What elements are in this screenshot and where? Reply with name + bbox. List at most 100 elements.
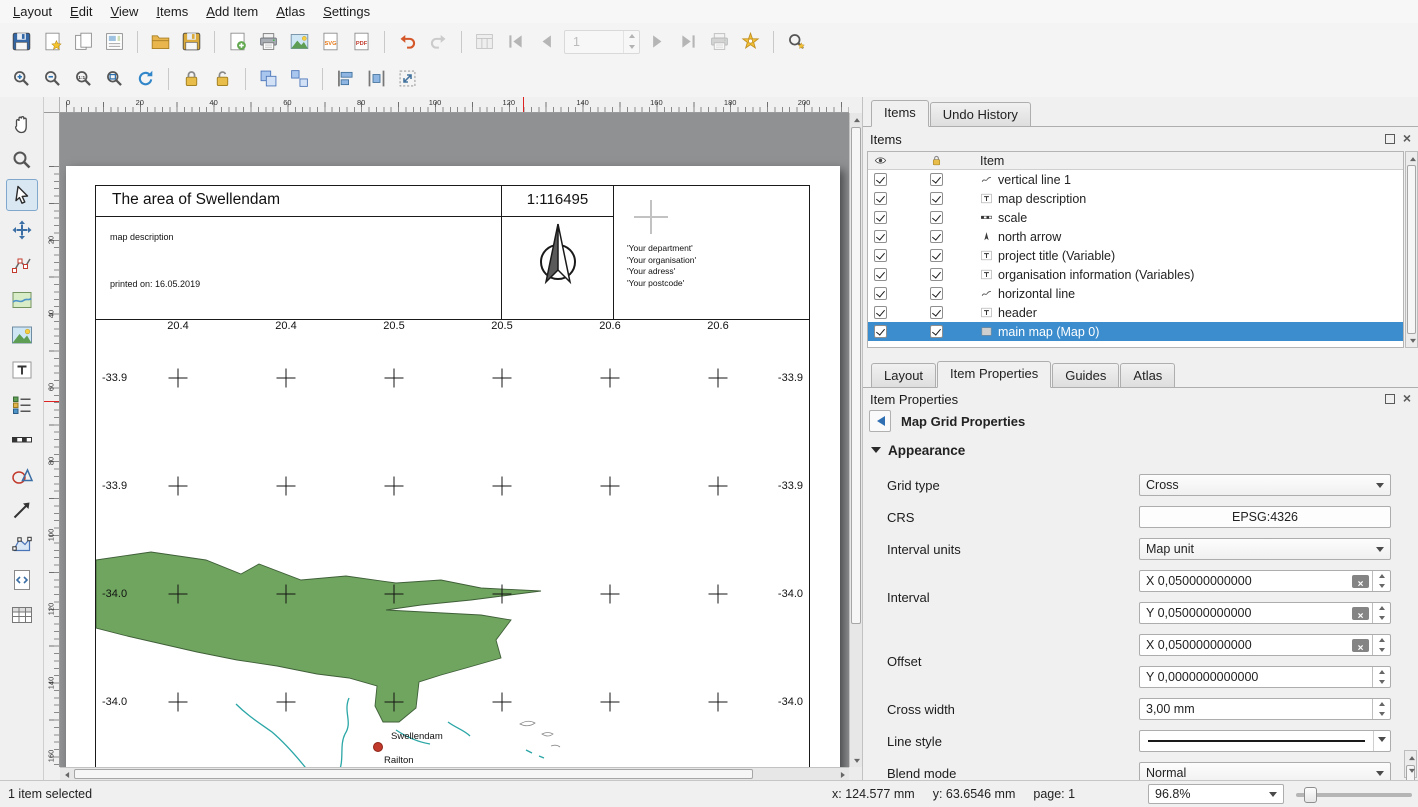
visibility-checkbox[interactable] (874, 287, 887, 300)
spinner-buttons[interactable] (1372, 699, 1390, 719)
save-as-template-button[interactable] (178, 28, 205, 55)
visibility-checkbox[interactable] (874, 211, 887, 224)
scrollbar-thumb[interactable] (851, 127, 861, 624)
visibility-checkbox[interactable] (874, 230, 887, 243)
menu-atlas[interactable]: Atlas (267, 1, 314, 22)
spinner-buttons[interactable] (1372, 571, 1390, 591)
atlas-settings-button[interactable] (737, 28, 764, 55)
north-arrow-image[interactable] (528, 216, 588, 300)
lock-checkbox[interactable] (930, 192, 943, 205)
canvas-vertical-scrollbar[interactable] (849, 113, 862, 767)
layout-manager-button[interactable] (101, 28, 128, 55)
group-items-button[interactable] (255, 65, 282, 92)
item-row-horizontal-line[interactable]: horizontal line (868, 284, 1403, 303)
lock-checkbox[interactable] (930, 287, 943, 300)
add-html-tool[interactable] (6, 564, 38, 596)
add-attribute-table-tool[interactable] (6, 599, 38, 631)
scroll-down-icon[interactable] (1406, 334, 1418, 347)
clear-value-icon[interactable] (1352, 607, 1369, 620)
resize-selected-items-button[interactable] (394, 65, 421, 92)
export-as-svg-button[interactable]: SVG (317, 28, 344, 55)
tab-item-properties[interactable]: Item Properties (937, 361, 1051, 388)
layout-viewport[interactable]: The area of Swellendam 1:116495 map desc… (60, 113, 849, 767)
lock-checkbox[interactable] (930, 306, 943, 319)
visibility-checkbox[interactable] (874, 192, 887, 205)
tab-items[interactable]: Items (871, 100, 929, 127)
ungroup-items-button[interactable] (286, 65, 313, 92)
item-row-main-map-map-0[interactable]: main map (Map 0) (868, 322, 1403, 341)
item-row-organisation-information-variables[interactable]: organisation information (Variables) (868, 265, 1403, 284)
visibility-checkbox[interactable] (874, 173, 887, 186)
appearance-section-header[interactable]: Appearance (871, 442, 965, 458)
scroll-up-icon[interactable] (1406, 152, 1418, 165)
zoom-out-button[interactable] (39, 65, 66, 92)
scrollbar-thumb[interactable] (1407, 165, 1416, 334)
interval-x-input[interactable]: X 0,050000000000 (1139, 570, 1391, 592)
spinner-buttons[interactable] (1372, 603, 1390, 623)
zoom-slider[interactable] (1296, 793, 1412, 797)
tab-atlas[interactable]: Atlas (1120, 363, 1175, 387)
select-move-item-tool[interactable] (6, 179, 38, 211)
add-picture-tool[interactable] (6, 319, 38, 351)
spinner-buttons[interactable] (1372, 635, 1390, 655)
visibility-checkbox[interactable] (874, 249, 887, 262)
lock-checkbox[interactable] (930, 211, 943, 224)
tab-undo-history[interactable]: Undo History (930, 102, 1031, 126)
move-item-content-tool[interactable] (6, 214, 38, 246)
item-row-map-description[interactable]: map description (868, 189, 1403, 208)
menu-edit[interactable]: Edit (61, 1, 101, 22)
zoom-level-combo[interactable]: 96.8% (1148, 784, 1284, 804)
add-shape-tool[interactable] (6, 459, 38, 491)
add-legend-tool[interactable] (6, 389, 38, 421)
pan-layout-tool[interactable] (6, 109, 38, 141)
scroll-down-icon[interactable] (1405, 764, 1418, 777)
add-arrow-tool[interactable] (6, 494, 38, 526)
add-pages-button[interactable] (224, 28, 251, 55)
close-panel-icon[interactable] (1401, 393, 1413, 405)
refresh-view-button[interactable] (132, 65, 159, 92)
add-node-item-tool[interactable] (6, 529, 38, 561)
close-panel-icon[interactable] (1401, 133, 1413, 145)
scroll-up-icon[interactable] (1405, 751, 1418, 764)
scrollbar-thumb[interactable] (74, 769, 753, 779)
lock-checkbox[interactable] (930, 173, 943, 186)
add-map-tool[interactable] (6, 284, 38, 316)
visibility-checkbox[interactable] (874, 306, 887, 319)
line-style-dropdown[interactable] (1373, 731, 1390, 751)
add-label-tool[interactable] (6, 354, 38, 386)
header-box-item[interactable]: The area of Swellendam 1:116495 map desc… (95, 185, 810, 320)
item-row-vertical-line-1[interactable]: vertical line 1 (868, 170, 1403, 189)
line-style-button[interactable] (1139, 730, 1391, 752)
back-button[interactable] (869, 410, 891, 432)
menu-settings[interactable]: Settings (314, 1, 379, 22)
lock-checkbox[interactable] (930, 268, 943, 281)
edit-nodes-item-tool[interactable] (6, 249, 38, 281)
print-layout-button[interactable] (255, 28, 282, 55)
menu-layout[interactable]: Layout (4, 1, 61, 22)
menu-items[interactable]: Items (147, 1, 197, 22)
visibility-checkbox[interactable] (874, 268, 887, 281)
duplicate-layout-button[interactable] (70, 28, 97, 55)
clear-value-icon[interactable] (1352, 639, 1369, 652)
item-row-scale[interactable]: scale (868, 208, 1403, 227)
offset-x-input[interactable]: X 0,050000000000 (1139, 634, 1391, 656)
align-selected-items-button[interactable] (332, 65, 359, 92)
main-map-item[interactable]: Swellendam Railton 20.420.420.520.520.62… (95, 318, 810, 767)
lock-checkbox[interactable] (930, 325, 943, 338)
canvas-horizontal-scrollbar[interactable] (60, 767, 849, 780)
lock-checkbox[interactable] (930, 249, 943, 262)
unlock-all-items-button[interactable] (209, 65, 236, 92)
interval-y-input[interactable]: Y 0,050000000000 (1139, 602, 1391, 624)
zoom-slider-handle[interactable] (1304, 787, 1317, 803)
grid-type-select[interactable]: Cross (1139, 474, 1391, 496)
spinner-buttons[interactable] (1372, 667, 1390, 687)
zoom-tool[interactable] (6, 144, 38, 176)
item-row-project-title-variable[interactable]: project title (Variable) (868, 246, 1403, 265)
lock-selected-items-button[interactable] (178, 65, 205, 92)
load-from-template-button[interactable] (147, 28, 174, 55)
save-project-button[interactable] (8, 28, 35, 55)
export-as-pdf-button[interactable]: PDF (348, 28, 375, 55)
zoom-actual-button[interactable]: 1:1 (70, 65, 97, 92)
float-panel-icon[interactable] (1385, 134, 1395, 144)
tab-layout[interactable]: Layout (871, 363, 936, 387)
